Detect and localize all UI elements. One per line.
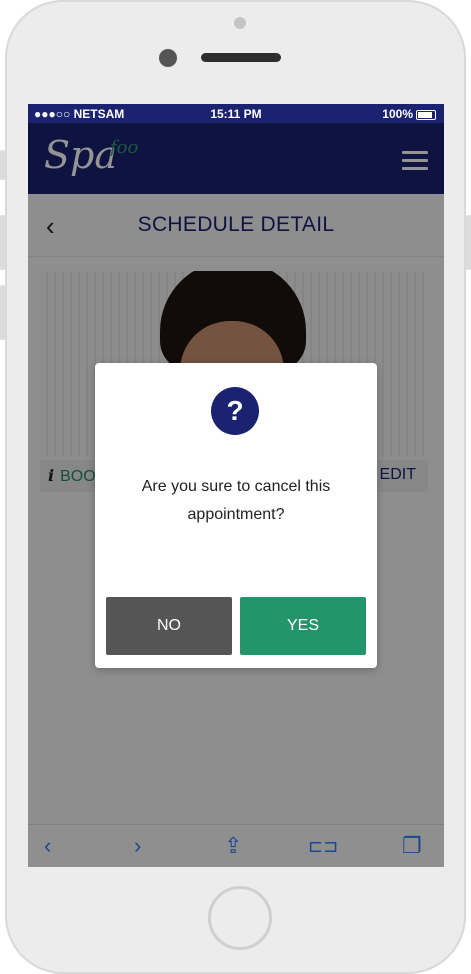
battery-icon bbox=[416, 109, 436, 120]
status-bar: ●●●○○ NETSAM 15:11 PM 100% bbox=[28, 104, 444, 123]
dialog-message: Are you sure to cancel this appointment? bbox=[141, 478, 331, 523]
confirm-dialog: ? Are you sure to cancel this appointmen… bbox=[95, 363, 377, 668]
mute-switch bbox=[0, 150, 5, 180]
yes-button[interactable]: YES bbox=[240, 597, 366, 655]
screen: ●●●○○ NETSAM 15:11 PM 100% Spa foo ‹ SCH… bbox=[28, 104, 444, 867]
battery-percent: 100% bbox=[382, 107, 413, 121]
power-button bbox=[466, 215, 471, 270]
front-sensor bbox=[234, 17, 246, 29]
battery-status: 100% bbox=[382, 107, 436, 121]
no-button[interactable]: NO bbox=[106, 597, 232, 655]
front-camera bbox=[159, 49, 177, 67]
volume-down-button bbox=[0, 285, 5, 340]
earpiece-speaker bbox=[201, 53, 281, 62]
question-icon: ? bbox=[211, 387, 259, 435]
volume-up-button bbox=[0, 215, 5, 270]
home-button[interactable] bbox=[208, 886, 272, 950]
